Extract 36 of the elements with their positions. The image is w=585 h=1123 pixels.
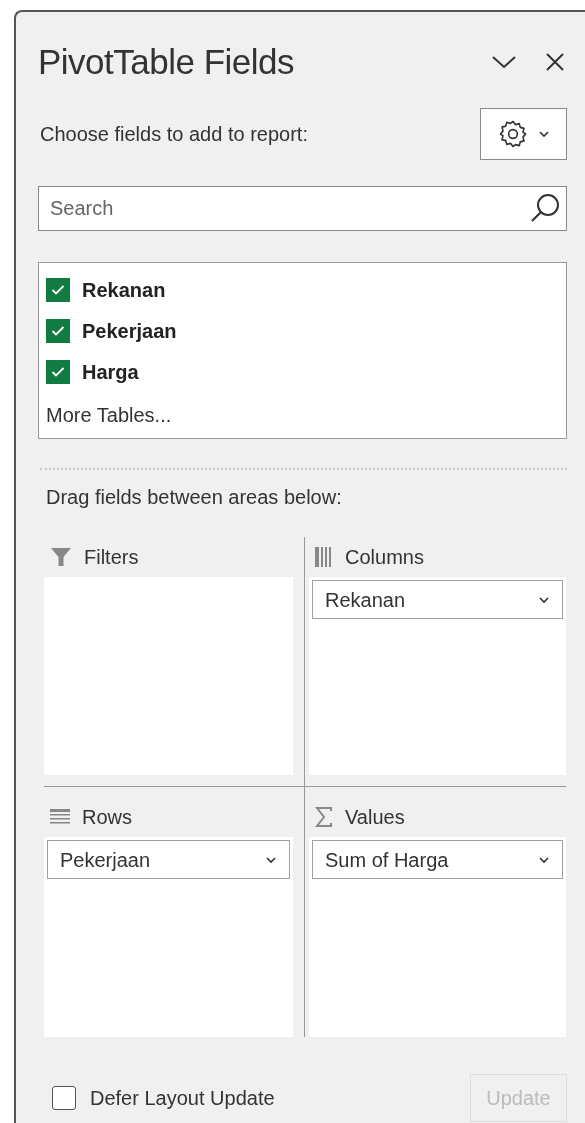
settings-icon — [497, 119, 528, 149]
check-icon — [51, 284, 65, 295]
drag-instruction: Drag fields between areas below: — [46, 485, 343, 510]
rows-icon — [50, 809, 70, 825]
field-dropdown[interactable]: Sum of Harga — [312, 840, 563, 879]
search-field[interactable]: Search — [38, 186, 567, 231]
field-checkbox[interactable] — [46, 277, 70, 302]
panel-title: PivotTable Fields — [38, 40, 295, 83]
field-label: Rekanan — [82, 277, 166, 303]
panel-subtitle: Choose fields to add to report: — [40, 122, 308, 147]
area-label: Rows — [82, 805, 132, 830]
field-label: Pekerjaan — [82, 318, 177, 344]
collapse-icon[interactable] — [491, 54, 517, 70]
defer-label: Defer Layout Update — [90, 1086, 275, 1111]
search-icon — [529, 192, 561, 224]
field-checkbox[interactable] — [46, 318, 70, 343]
caret-icon — [538, 855, 550, 864]
sigma-icon — [315, 807, 333, 827]
check-icon — [51, 325, 65, 336]
area-label: Filters — [84, 545, 139, 570]
caret-icon — [537, 130, 550, 138]
area-label: Columns — [345, 545, 424, 570]
caret-icon — [265, 855, 277, 864]
close-icon[interactable] — [545, 52, 565, 72]
caret-icon — [538, 595, 550, 604]
field-dropdown[interactable]: Pekerjaan — [47, 840, 290, 879]
field-label: Harga — [82, 359, 139, 385]
more-tables-link[interactable]: More Tables... — [46, 400, 172, 430]
filter-icon — [50, 546, 72, 568]
area-label: Values — [345, 805, 405, 830]
field-checkbox[interactable] — [46, 359, 70, 384]
columns-icon — [315, 547, 333, 567]
defer-checkbox[interactable] — [52, 1086, 76, 1110]
field-dropdown[interactable]: Rekanan — [312, 580, 563, 619]
check-icon — [51, 366, 65, 377]
settings-button[interactable] — [480, 108, 567, 160]
